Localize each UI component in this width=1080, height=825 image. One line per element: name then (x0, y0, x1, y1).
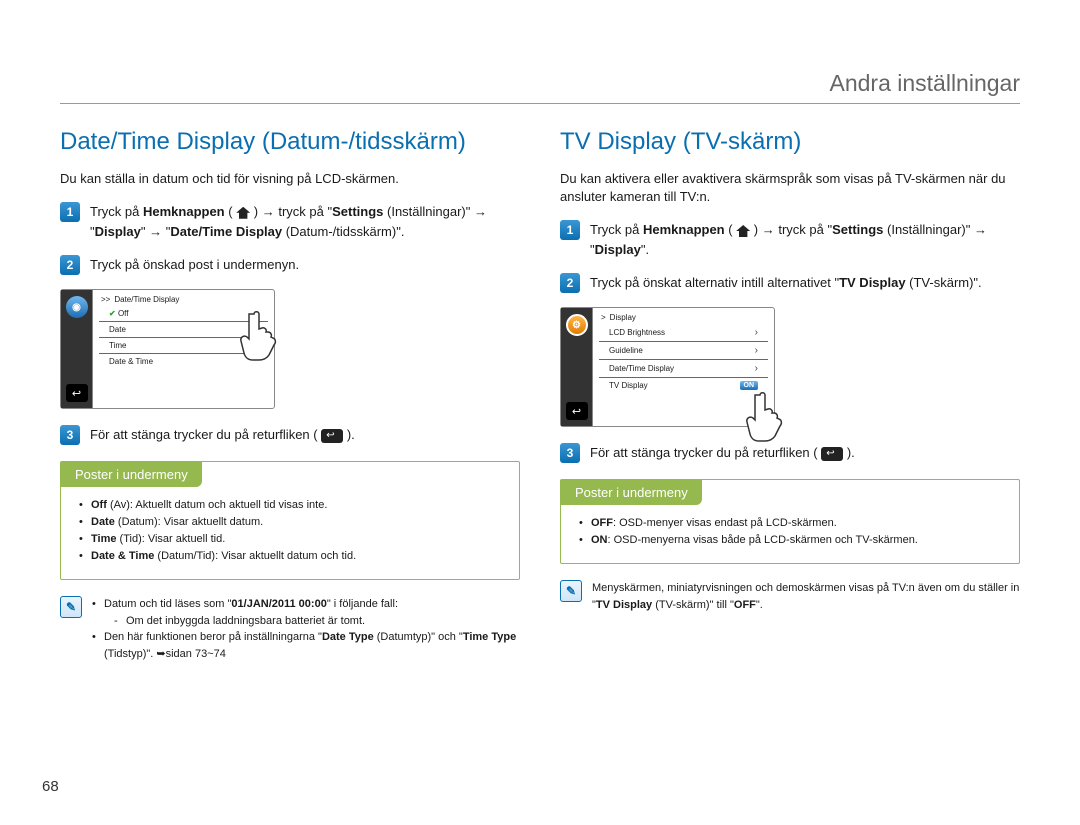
step-text: Tryck på Hemknappen ( ) → tryck på "Sett… (590, 220, 1020, 259)
page-header: Andra inställningar (60, 70, 1020, 104)
note: ✎ Datum och tid läses som "01/JAN/2011 0… (60, 596, 520, 662)
breadcrumb: > Display (593, 311, 774, 324)
step-number: 2 (60, 255, 80, 275)
back-icon: ↩ (566, 402, 588, 420)
step-text: Tryck på Hemknappen ( ) → tryck på "Sett… (90, 202, 520, 241)
right-column: TV Display (TV-skärm) Du kan aktivera el… (560, 128, 1020, 662)
menu-row: Date/Time Display› (599, 360, 768, 378)
back-icon: ↩ (66, 384, 88, 402)
submenu-item: Date & Time (Datum/Tid): Visar aktuellt … (79, 548, 501, 565)
note: ✎ Menyskärmen, miniatyrvisningen och dem… (560, 580, 1020, 613)
submenu-header: Poster i undermeny (561, 480, 702, 505)
breadcrumb: >> Date/Time Display (93, 293, 274, 306)
section-title-tvdisplay: TV Display (TV-skärm) (560, 128, 1020, 156)
note-icon: ✎ (560, 580, 582, 602)
step-number: 3 (60, 425, 80, 445)
submenu-box: Poster i undermeny OFF: OSD-menyer visas… (560, 479, 1020, 564)
screen-mock-display: ⚙ ↩ > Display LCD Brightness› Guideline›… (560, 307, 775, 427)
step-3: 3 För att stänga trycker du på returflik… (60, 425, 520, 445)
note-line: Datum och tid läses som "01/JAN/2011 00:… (92, 596, 520, 629)
note-subline: Om det inbyggda laddningsbara batteriet … (104, 613, 520, 630)
menu-row: Date (99, 322, 268, 338)
left-column: Date/Time Display (Datum-/tidsskärm) Du … (60, 128, 520, 662)
step-number: 3 (560, 443, 580, 463)
step-2: 2 Tryck på önskat alternativ intill alte… (560, 273, 1020, 293)
menu-row: Time (99, 338, 268, 354)
step-3: 3 För att stänga trycker du på returflik… (560, 443, 1020, 463)
home-icon (236, 207, 250, 219)
note-icon: ✎ (60, 596, 82, 618)
submenu-item: Date (Datum): Visar aktuellt datum. (79, 514, 501, 531)
section-title-datetime: Date/Time Display (Datum-/tidsskärm) (60, 128, 520, 156)
screen-mock-datetime: ◉ ↩ >> Date/Time Display ✔ Off Date Time… (60, 289, 275, 409)
submenu-header: Poster i undermeny (61, 462, 202, 487)
chevron-right-icon: › (755, 363, 758, 374)
home-icon (736, 225, 750, 237)
note-text: Menyskärmen, miniatyrvisningen och demos… (592, 580, 1020, 613)
step-2: 2 Tryck på önskad post i undermenyn. (60, 255, 520, 275)
on-badge: ON (740, 381, 759, 390)
return-icon (821, 447, 843, 461)
note-line: Den här funktionen beror på inställninga… (92, 629, 520, 662)
intro-text: Du kan aktivera eller avaktivera skärmsp… (560, 170, 1020, 206)
submenu-box: Poster i undermeny Off (Av): Aktuellt da… (60, 461, 520, 580)
step-1: 1 Tryck på Hemknappen ( ) → tryck på "Se… (60, 202, 520, 241)
menu-row: Date & Time (99, 354, 268, 369)
submenu-item: Time (Tid): Visar aktuell tid. (79, 531, 501, 548)
menu-row: LCD Brightness› (599, 324, 768, 342)
step-text: Tryck på önskat alternativ intill altern… (590, 273, 982, 293)
submenu-item: OFF: OSD-menyer visas endast på LCD-skär… (579, 515, 1001, 532)
settings-icon: ⚙ (566, 314, 588, 336)
step-text: Tryck på önskad post i undermenyn. (90, 255, 299, 275)
step-text: För att stänga trycker du på returfliken… (590, 443, 855, 463)
intro-text: Du kan ställa in datum och tid för visni… (60, 170, 520, 188)
step-text: För att stänga trycker du på returfliken… (90, 425, 355, 445)
page-number: 68 (42, 778, 59, 795)
submenu-item: Off (Av): Aktuellt datum och aktuell tid… (79, 497, 501, 514)
step-1: 1 Tryck på Hemknappen ( ) → tryck på "Se… (560, 220, 1020, 259)
chevron-right-icon: › (755, 327, 758, 338)
menu-row: TV DisplayON (599, 378, 768, 393)
mode-icon: ◉ (66, 296, 88, 318)
menu-row: ✔ Off (99, 306, 268, 322)
submenu-item: ON: OSD-menyerna visas både på LCD-skärm… (579, 532, 1001, 549)
step-number: 2 (560, 273, 580, 293)
step-number: 1 (560, 220, 580, 240)
menu-row: Guideline› (599, 342, 768, 360)
step-number: 1 (60, 202, 80, 222)
return-icon (321, 429, 343, 443)
chevron-right-icon: › (755, 345, 758, 356)
